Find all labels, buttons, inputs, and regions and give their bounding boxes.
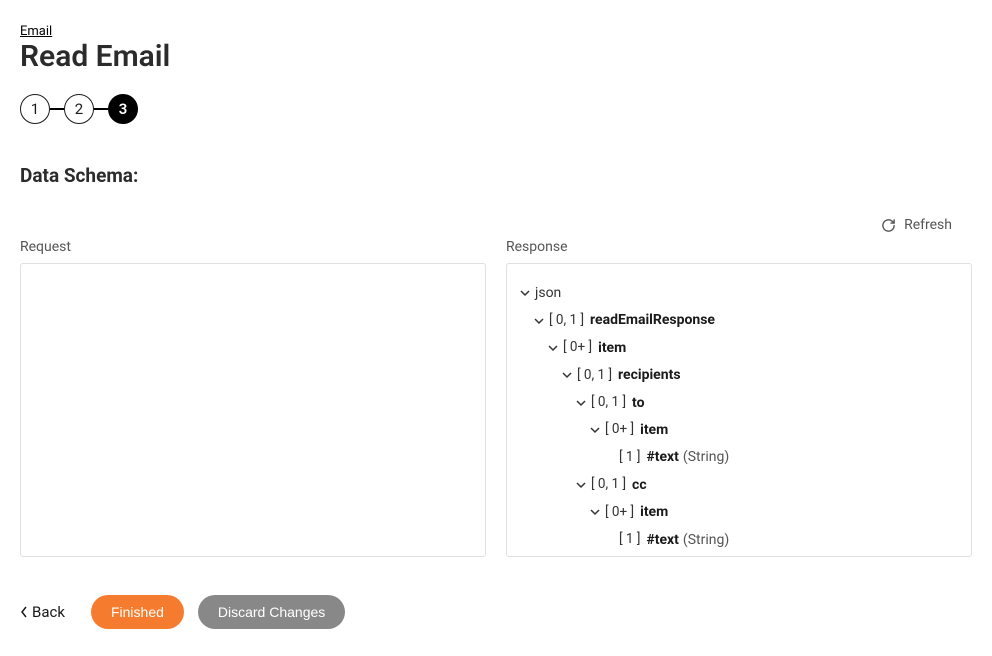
cardinality: [ 1 ]	[619, 447, 640, 469]
cardinality: [ 0, 1 ]	[591, 392, 626, 414]
tree-node-cc[interactable]: [ 0, 1 ] cc	[519, 474, 959, 496]
request-schema-box[interactable]	[20, 263, 486, 557]
tree-node-json[interactable]: json	[519, 282, 959, 304]
refresh-button[interactable]: Refresh	[881, 217, 972, 233]
chevron-down-icon[interactable]	[589, 425, 601, 435]
response-schema-box[interactable]: json [ 0, 1 ] readEmailResponse [ 0+ ] i…	[506, 263, 972, 557]
node-name: to	[632, 392, 644, 414]
step-3[interactable]: 3	[108, 94, 138, 124]
refresh-label: Refresh	[904, 217, 952, 233]
tree-node-item[interactable]: [ 0+ ] item	[519, 419, 959, 441]
chevron-down-icon[interactable]	[575, 398, 587, 408]
chevron-down-icon[interactable]	[589, 507, 601, 517]
step-connector	[50, 108, 64, 110]
tree-node-dateTime[interactable]: [ 0, 1 ] dateTime (String)	[519, 556, 959, 557]
chevron-left-icon	[20, 606, 28, 618]
step-1[interactable]: 1	[20, 94, 50, 124]
response-column: Response json [ 0, 1 ] readEmailResponse	[506, 239, 972, 557]
refresh-icon	[881, 218, 896, 233]
finished-button[interactable]: Finished	[91, 595, 184, 629]
footer-actions: Back Finished Discard Changes	[20, 595, 972, 629]
tree-node-item[interactable]: [ 0+ ] item	[519, 337, 959, 359]
node-type: (String)	[683, 446, 729, 468]
discard-button[interactable]: Discard Changes	[198, 595, 345, 629]
cardinality: [ 0+ ]	[605, 502, 634, 524]
cardinality: [ 0, 1 ]	[591, 474, 626, 496]
chevron-down-icon[interactable]	[561, 370, 573, 380]
back-button[interactable]: Back	[20, 603, 65, 621]
node-name: dateTime	[618, 556, 678, 557]
request-label: Request	[20, 239, 486, 255]
node-name: item	[640, 419, 668, 441]
tree-node-item[interactable]: [ 0+ ] item	[519, 501, 959, 523]
cardinality: [ 0, 1 ]	[577, 556, 612, 557]
node-type: (String)	[683, 529, 729, 551]
cardinality: [ 0, 1 ]	[577, 365, 612, 387]
node-name: #text	[646, 446, 678, 468]
step-connector	[94, 108, 108, 110]
response-label: Response	[506, 239, 972, 255]
chevron-down-icon[interactable]	[575, 480, 587, 490]
breadcrumb[interactable]: Email	[20, 24, 52, 39]
node-name: cc	[632, 474, 647, 496]
node-name: item	[640, 501, 668, 523]
chevron-down-icon[interactable]	[547, 343, 559, 353]
chevron-down-icon[interactable]	[519, 288, 531, 298]
cardinality: [ 0+ ]	[563, 337, 592, 359]
tree-node-readEmailResponse[interactable]: [ 0, 1 ] readEmailResponse	[519, 309, 959, 331]
step-2[interactable]: 2	[64, 94, 94, 124]
node-name: json	[535, 282, 561, 304]
tree-node-recipients[interactable]: [ 0, 1 ] recipients	[519, 364, 959, 386]
page-title: Read Email	[20, 39, 972, 74]
cardinality: [ 0+ ]	[605, 419, 634, 441]
tree-node-text[interactable]: [ 1 ] #text (String)	[519, 529, 959, 551]
request-column: Request	[20, 239, 486, 557]
cardinality: [ 0, 1 ]	[549, 310, 584, 332]
node-name: item	[598, 337, 626, 359]
node-name: recipients	[618, 364, 680, 386]
back-label: Back	[32, 603, 65, 621]
cardinality: [ 1 ]	[619, 529, 640, 551]
stepper: 1 2 3	[20, 94, 972, 124]
chevron-down-icon[interactable]	[533, 316, 545, 326]
schema-tree: json [ 0, 1 ] readEmailResponse [ 0+ ] i…	[507, 264, 971, 557]
node-name: #text	[646, 529, 678, 551]
tree-node-to[interactable]: [ 0, 1 ] to	[519, 392, 959, 414]
tree-node-text[interactable]: [ 1 ] #text (String)	[519, 446, 959, 468]
node-type: (String)	[682, 556, 728, 557]
node-name: readEmailResponse	[590, 309, 715, 331]
section-heading: Data Schema:	[20, 164, 972, 187]
